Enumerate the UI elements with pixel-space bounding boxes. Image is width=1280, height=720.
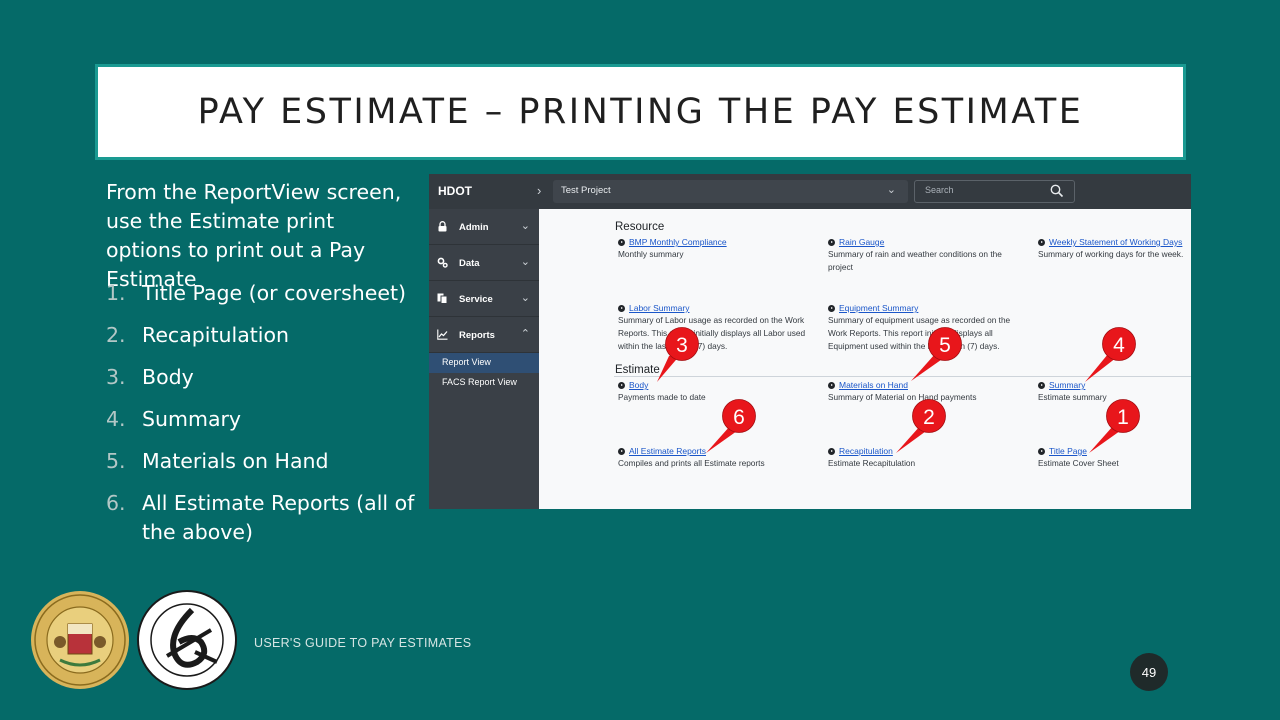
steps-list: 1. Title Page (or coversheet) 2. Recapitul…	[106, 279, 426, 560]
slide-title: PAY ESTIMATE – PRINTING THE PAY ESTIMATE	[197, 92, 1084, 132]
step-number: 1.	[106, 281, 126, 305]
list-item: 4. Summary	[106, 405, 426, 434]
list-item: 5. Materials on Hand	[106, 447, 426, 476]
footer-text: USER'S GUIDE TO PAY ESTIMATES	[254, 636, 472, 650]
step-text: Materials on Hand	[142, 449, 329, 473]
step-text: Summary	[142, 407, 242, 431]
callout-number: 1	[1117, 406, 1129, 429]
slide-title-box: PAY ESTIMATE – PRINTING THE PAY ESTIMATE	[95, 64, 1186, 160]
step-text: Title Page (or coversheet)	[142, 281, 406, 305]
step-number: 5.	[106, 449, 126, 473]
callout-number: 3	[676, 334, 688, 357]
list-item: 6. All Estimate Reports (all of the above…	[106, 489, 426, 547]
step-number: 4.	[106, 407, 126, 431]
list-item: 3. Body	[106, 363, 426, 392]
callout-4: 4	[1085, 327, 1136, 382]
step-number: 6.	[106, 491, 126, 515]
step-number: 2.	[106, 323, 126, 347]
state-seal-logo	[31, 591, 129, 689]
callout-number: 6	[733, 406, 745, 429]
callout-2: 2	[896, 399, 946, 453]
callout-1: 1	[1089, 399, 1140, 453]
list-item: 2. Recapitulation	[106, 321, 426, 350]
step-text: All Estimate Reports (all of the above)	[142, 491, 415, 544]
page-number: 49	[1130, 653, 1168, 691]
hdot-logo	[137, 590, 237, 690]
callout-number: 2	[923, 406, 935, 429]
list-item: 1. Title Page (or coversheet)	[106, 279, 426, 308]
step-text: Recapitulation	[142, 323, 290, 347]
callout-layer: 3 5 4 6 2 1	[657, 327, 1140, 453]
callout-number: 5	[939, 334, 951, 357]
callout-5: 5	[911, 327, 962, 381]
callout-number: 4	[1113, 334, 1125, 357]
callout-3: 3	[657, 327, 699, 382]
intro-text: From the ReportView screen, use the Esti…	[106, 180, 402, 291]
report-view-screenshot: HDOT › Test Project ⌄ Admin ⌄ Data ⌄ Ser…	[429, 174, 1191, 509]
callout-6: 6	[706, 399, 756, 453]
step-text: Body	[142, 365, 194, 389]
step-number: 3.	[106, 365, 126, 389]
